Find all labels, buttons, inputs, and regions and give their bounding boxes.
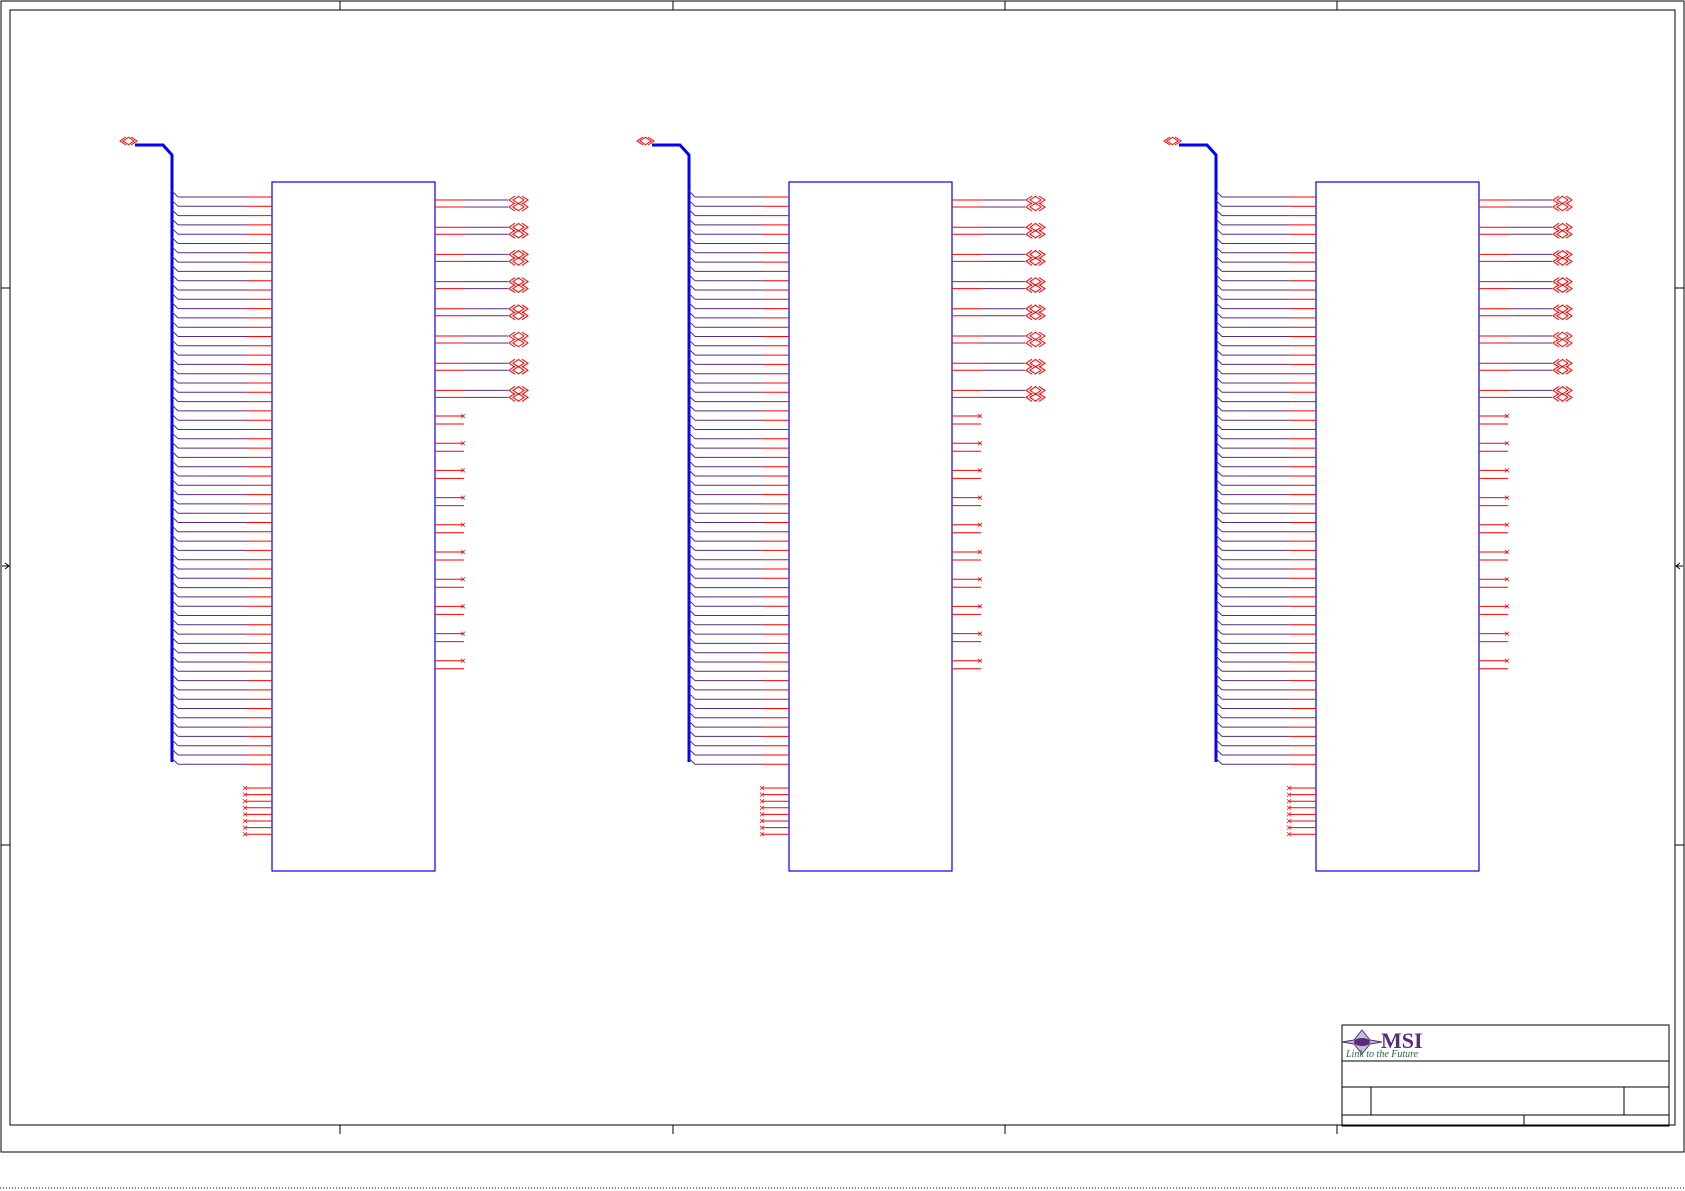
- component-block-2: [636, 136, 1046, 872]
- component-box[interactable]: [271, 181, 436, 872]
- component-block-3: [1163, 136, 1573, 872]
- left-center-arrow-icon: [2, 562, 10, 570]
- bus-line: [135, 143, 174, 762]
- right-center-arrow-icon: [1675, 562, 1683, 570]
- port-icon[interactable]: [636, 136, 655, 146]
- component-box[interactable]: [1315, 181, 1480, 872]
- component-box[interactable]: [788, 181, 953, 872]
- schematic-sheet: MSI Link to the Future: [0, 0, 1685, 1189]
- component-block-1: [119, 136, 529, 872]
- sheet-frame: [0, 0, 1685, 1153]
- bus-line: [1179, 143, 1218, 762]
- bus-line: [652, 143, 691, 762]
- port-icon[interactable]: [119, 136, 138, 146]
- port-icon[interactable]: [1163, 136, 1182, 146]
- logo-tagline: Link to the Future: [1345, 1049, 1419, 1060]
